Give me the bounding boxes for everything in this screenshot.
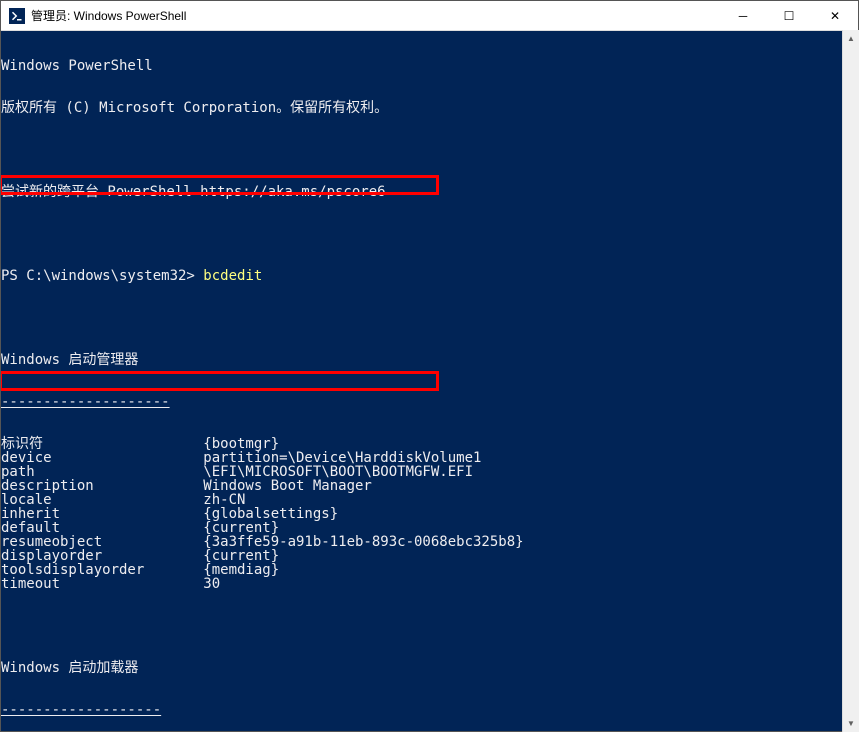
- command-text: bcdedit: [203, 268, 262, 284]
- section-title: Windows 启动加载器: [1, 661, 858, 675]
- row-key: path: [1, 465, 203, 479]
- minimize-button[interactable]: ─: [720, 1, 766, 30]
- row-key: locale: [1, 493, 203, 507]
- maximize-button[interactable]: ☐: [766, 1, 812, 30]
- section-title: Windows 启动管理器: [1, 353, 858, 367]
- blank-line: [1, 619, 858, 633]
- scroll-down-button[interactable]: ▼: [843, 715, 859, 732]
- annotation-box-winload-path: [1, 371, 439, 391]
- output-row: toolsdisplayorder {memdiag}: [1, 563, 858, 577]
- close-button[interactable]: ✕: [812, 1, 858, 30]
- output-row: path \EFI\MICROSOFT\BOOT\BOOTMGFW.EFI: [1, 465, 858, 479]
- blank-line: [1, 311, 858, 325]
- section-underline: -------------------: [1, 703, 858, 717]
- row-key: description: [1, 479, 203, 493]
- window-controls: ─ ☐ ✕: [720, 1, 858, 30]
- output-row: device partition=\Device\HarddiskVolume1: [1, 451, 858, 465]
- powershell-window: 管理员: Windows PowerShell ─ ☐ ✕ Windows Po…: [0, 0, 859, 732]
- row-value: {memdiag}: [203, 563, 279, 577]
- row-key: inherit: [1, 507, 203, 521]
- row-value: 30: [203, 577, 220, 591]
- output-row: resumeobject {3a3ffe59-a91b-11eb-893c-00…: [1, 535, 858, 549]
- vertical-scrollbar[interactable]: ▲ ▼: [842, 30, 859, 732]
- section-underline: --------------------: [1, 395, 858, 409]
- row-value: {bootmgr}: [203, 437, 279, 451]
- output-row: timeout 30: [1, 577, 858, 591]
- row-key: resumeobject: [1, 535, 203, 549]
- row-key: default: [1, 521, 203, 535]
- row-value: Windows Boot Manager: [203, 479, 372, 493]
- row-value: zh-CN: [203, 493, 245, 507]
- row-value: {globalsettings}: [203, 507, 338, 521]
- prompt-line: PS C:\windows\system32> bcdedit: [1, 269, 858, 283]
- header-line: Windows PowerShell: [1, 59, 858, 73]
- terminal-output[interactable]: Windows PowerShell 版权所有 (C) Microsoft Co…: [1, 31, 858, 731]
- output-row: 标识符 {bootmgr}: [1, 437, 858, 451]
- pscore-line: 尝试新的跨平台 PowerShell https://aka.ms/pscore…: [1, 185, 858, 199]
- row-key: timeout: [1, 577, 203, 591]
- row-key: device: [1, 451, 203, 465]
- output-row: default {current}: [1, 521, 858, 535]
- row-key: toolsdisplayorder: [1, 563, 203, 577]
- row-key: displayorder: [1, 549, 203, 563]
- row-key: 标识符: [1, 437, 203, 451]
- blank-line: [1, 143, 858, 157]
- row-value: \EFI\MICROSOFT\BOOT\BOOTMGFW.EFI: [203, 465, 473, 479]
- output-row: locale zh-CN: [1, 493, 858, 507]
- row-value: {3a3ffe59-a91b-11eb-893c-0068ebc325b8}: [203, 535, 523, 549]
- row-value: {current}: [203, 521, 279, 535]
- output-row: inherit {globalsettings}: [1, 507, 858, 521]
- window-title: 管理员: Windows PowerShell: [31, 7, 720, 24]
- copyright-line: 版权所有 (C) Microsoft Corporation。保留所有权利。: [1, 101, 858, 115]
- row-value: {current}: [203, 549, 279, 563]
- output-row: displayorder {current}: [1, 549, 858, 563]
- output-row: description Windows Boot Manager: [1, 479, 858, 493]
- powershell-icon: [9, 8, 25, 24]
- blank-line: [1, 227, 858, 241]
- scroll-track[interactable]: [843, 47, 859, 715]
- titlebar[interactable]: 管理员: Windows PowerShell ─ ☐ ✕: [1, 1, 858, 31]
- row-value: partition=\Device\HarddiskVolume1: [203, 451, 481, 465]
- scroll-up-button[interactable]: ▲: [843, 30, 859, 47]
